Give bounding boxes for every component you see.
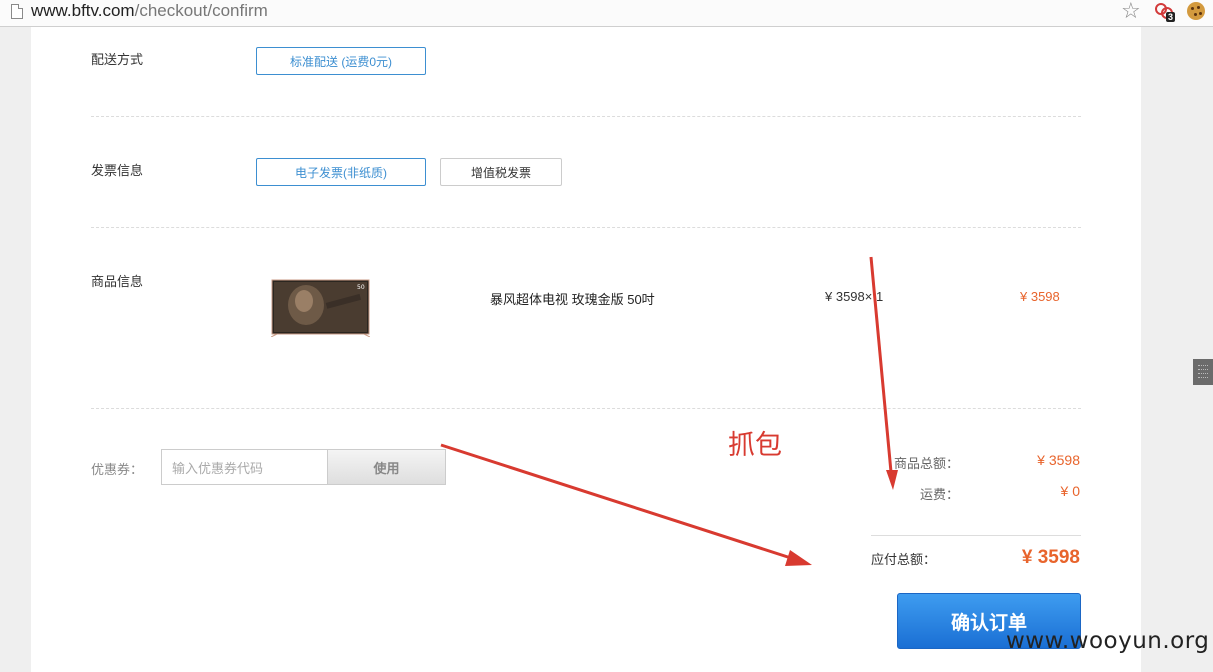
coupon-label: 优惠券： xyxy=(91,462,144,477)
invoice-option-electronic[interactable]: 电子发票(非纸质) xyxy=(256,158,426,186)
payable-total-label: 应付总额： xyxy=(871,552,937,567)
browser-address-bar[interactable]: www.bftv.com/checkout/confirm ☆ 3 xyxy=(0,0,1213,27)
unit-price-value: ¥ 3598 xyxy=(825,289,865,304)
watermark: www.wooyun.org xyxy=(1006,628,1210,654)
delivery-option-standard[interactable]: 标准配送 (运费0元) xyxy=(256,47,426,75)
divider xyxy=(91,408,1081,409)
payable-total-value: ¥ 3598 xyxy=(1021,547,1080,568)
invoice-label: 发票信息 xyxy=(91,163,144,178)
coupon-code-input[interactable]: 输入优惠券代码 xyxy=(161,449,327,485)
divider xyxy=(91,116,1081,117)
delivery-label: 配送方式 xyxy=(91,52,144,67)
cookie-icon[interactable] xyxy=(1187,2,1205,20)
product-unit-price: ¥ 3598× 1 xyxy=(825,289,883,304)
quantity-value: × 1 xyxy=(864,289,884,304)
summary-divider xyxy=(871,535,1081,536)
extension-badge: 3 xyxy=(1166,12,1176,22)
svg-text:50: 50 xyxy=(357,284,365,291)
shipping-label: 运费： xyxy=(919,487,959,502)
apply-coupon-button[interactable]: 使用 xyxy=(327,449,446,485)
annotation-text: 抓包 xyxy=(728,430,782,461)
shipping-value: ¥ 0 xyxy=(1060,483,1080,499)
url-path: /checkout/confirm xyxy=(134,1,268,20)
invoice-option-vat[interactable]: 增值税发票 xyxy=(440,158,562,186)
side-panel-handle[interactable] xyxy=(1193,359,1213,385)
product-name[interactable]: 暴风超体电视 玫瑰金版 50吋 xyxy=(490,289,655,308)
bookmark-star-icon[interactable]: ☆ xyxy=(1121,0,1141,24)
page-icon xyxy=(11,4,23,19)
product-subtotal: ¥ 3598 xyxy=(1020,289,1060,304)
url-text[interactable]: www.bftv.com/checkout/confirm xyxy=(31,1,268,21)
checkout-panel xyxy=(31,27,1141,672)
url-host: www.bftv.com xyxy=(31,1,135,20)
goods-total-value: ¥ 3598 xyxy=(1037,452,1080,468)
product-image[interactable]: 50 xyxy=(271,279,370,337)
divider xyxy=(91,227,1081,228)
product-info-label: 商品信息 xyxy=(91,274,144,289)
goods-total-label: 商品总额： xyxy=(893,456,959,471)
